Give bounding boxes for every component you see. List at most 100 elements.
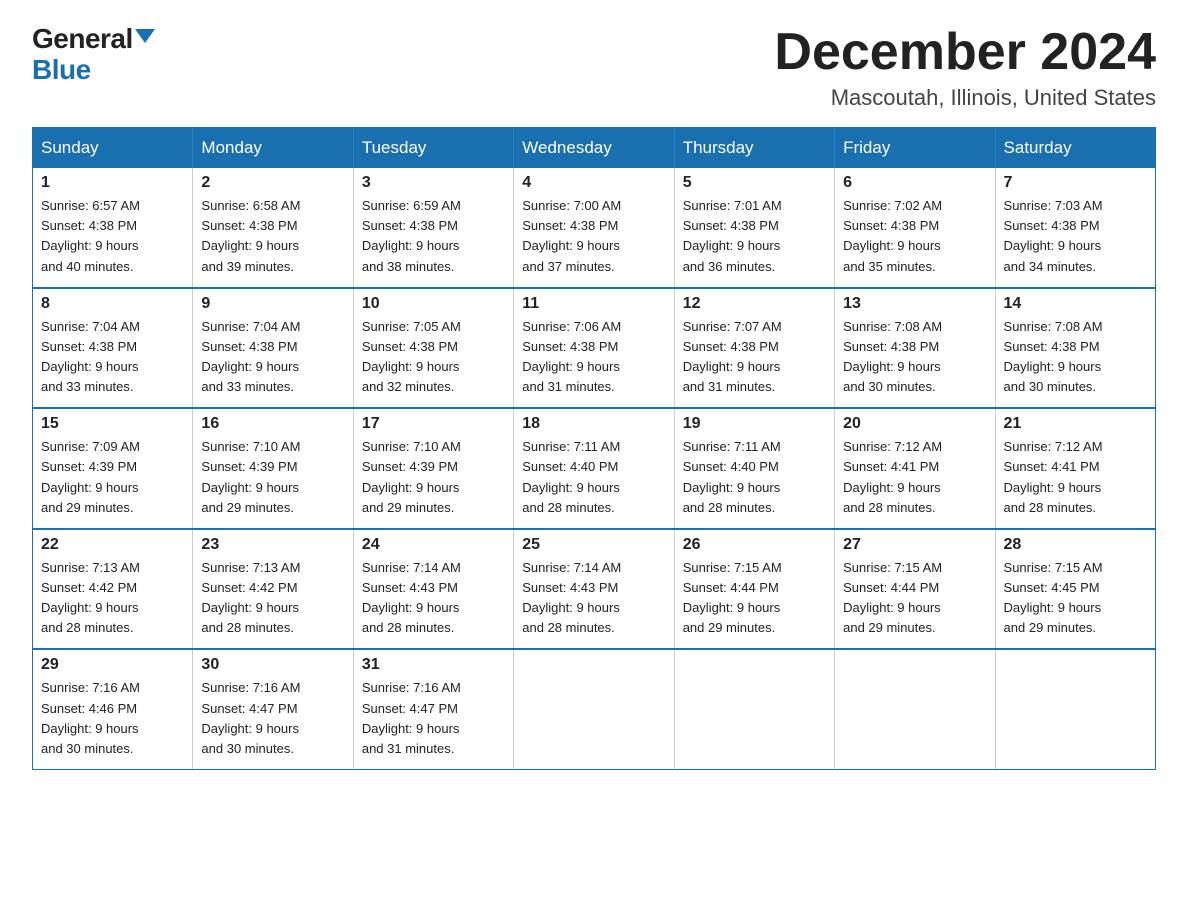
calendar-cell: 30 Sunrise: 7:16 AMSunset: 4:47 PMDaylig…: [193, 649, 353, 769]
header-monday: Monday: [193, 128, 353, 169]
calendar-cell: 25 Sunrise: 7:14 AMSunset: 4:43 PMDaylig…: [514, 529, 674, 650]
calendar-cell: [835, 649, 995, 769]
day-info: Sunrise: 7:05 AMSunset: 4:38 PMDaylight:…: [362, 319, 461, 394]
day-info: Sunrise: 7:08 AMSunset: 4:38 PMDaylight:…: [1004, 319, 1103, 394]
day-info: Sunrise: 7:15 AMSunset: 4:45 PMDaylight:…: [1004, 560, 1103, 635]
calendar-week-row: 1 Sunrise: 6:57 AMSunset: 4:38 PMDayligh…: [33, 168, 1156, 288]
calendar-cell: 7 Sunrise: 7:03 AMSunset: 4:38 PMDayligh…: [995, 168, 1155, 288]
day-info: Sunrise: 7:11 AMSunset: 4:40 PMDaylight:…: [683, 439, 781, 514]
day-number: 25: [522, 536, 665, 554]
day-number: 29: [41, 656, 184, 674]
calendar-cell: 18 Sunrise: 7:11 AMSunset: 4:40 PMDaylig…: [514, 408, 674, 529]
calendar-cell: [674, 649, 834, 769]
day-number: 15: [41, 415, 184, 433]
calendar-cell: 21 Sunrise: 7:12 AMSunset: 4:41 PMDaylig…: [995, 408, 1155, 529]
logo: General Blue: [32, 24, 155, 86]
day-info: Sunrise: 7:10 AMSunset: 4:39 PMDaylight:…: [362, 439, 461, 514]
day-info: Sunrise: 7:04 AMSunset: 4:38 PMDaylight:…: [41, 319, 140, 394]
day-number: 2: [201, 174, 344, 192]
header-saturday: Saturday: [995, 128, 1155, 169]
calendar-cell: 17 Sunrise: 7:10 AMSunset: 4:39 PMDaylig…: [353, 408, 513, 529]
calendar-cell: 8 Sunrise: 7:04 AMSunset: 4:38 PMDayligh…: [33, 288, 193, 409]
calendar-cell: 1 Sunrise: 6:57 AMSunset: 4:38 PMDayligh…: [33, 168, 193, 288]
day-info: Sunrise: 7:14 AMSunset: 4:43 PMDaylight:…: [522, 560, 621, 635]
day-number: 1: [41, 174, 184, 192]
calendar-cell: 19 Sunrise: 7:11 AMSunset: 4:40 PMDaylig…: [674, 408, 834, 529]
location-title: Mascoutah, Illinois, United States: [774, 85, 1156, 111]
header-thursday: Thursday: [674, 128, 834, 169]
day-number: 27: [843, 536, 986, 554]
day-number: 21: [1004, 415, 1147, 433]
day-info: Sunrise: 7:02 AMSunset: 4:38 PMDaylight:…: [843, 198, 942, 273]
calendar-cell: 4 Sunrise: 7:00 AMSunset: 4:38 PMDayligh…: [514, 168, 674, 288]
day-info: Sunrise: 7:13 AMSunset: 4:42 PMDaylight:…: [201, 560, 300, 635]
day-info: Sunrise: 7:11 AMSunset: 4:40 PMDaylight:…: [522, 439, 620, 514]
calendar-cell: 10 Sunrise: 7:05 AMSunset: 4:38 PMDaylig…: [353, 288, 513, 409]
day-info: Sunrise: 7:15 AMSunset: 4:44 PMDaylight:…: [843, 560, 942, 635]
calendar-cell: 15 Sunrise: 7:09 AMSunset: 4:39 PMDaylig…: [33, 408, 193, 529]
day-info: Sunrise: 7:14 AMSunset: 4:43 PMDaylight:…: [362, 560, 461, 635]
day-number: 28: [1004, 536, 1147, 554]
calendar-cell: 16 Sunrise: 7:10 AMSunset: 4:39 PMDaylig…: [193, 408, 353, 529]
day-number: 7: [1004, 174, 1147, 192]
day-number: 16: [201, 415, 344, 433]
day-info: Sunrise: 7:16 AMSunset: 4:47 PMDaylight:…: [362, 680, 461, 755]
day-info: Sunrise: 7:09 AMSunset: 4:39 PMDaylight:…: [41, 439, 140, 514]
day-number: 22: [41, 536, 184, 554]
calendar-cell: [995, 649, 1155, 769]
title-block: December 2024 Mascoutah, Illinois, Unite…: [774, 24, 1156, 111]
calendar-cell: 28 Sunrise: 7:15 AMSunset: 4:45 PMDaylig…: [995, 529, 1155, 650]
day-number: 14: [1004, 295, 1147, 313]
day-number: 6: [843, 174, 986, 192]
day-info: Sunrise: 7:04 AMSunset: 4:38 PMDaylight:…: [201, 319, 300, 394]
calendar-cell: 2 Sunrise: 6:58 AMSunset: 4:38 PMDayligh…: [193, 168, 353, 288]
day-number: 3: [362, 174, 505, 192]
day-number: 8: [41, 295, 184, 313]
header-friday: Friday: [835, 128, 995, 169]
day-number: 31: [362, 656, 505, 674]
calendar-cell: 9 Sunrise: 7:04 AMSunset: 4:38 PMDayligh…: [193, 288, 353, 409]
day-number: 17: [362, 415, 505, 433]
day-number: 4: [522, 174, 665, 192]
calendar-cell: 14 Sunrise: 7:08 AMSunset: 4:38 PMDaylig…: [995, 288, 1155, 409]
calendar-cell: 5 Sunrise: 7:01 AMSunset: 4:38 PMDayligh…: [674, 168, 834, 288]
day-number: 24: [362, 536, 505, 554]
day-number: 19: [683, 415, 826, 433]
calendar-cell: 13 Sunrise: 7:08 AMSunset: 4:38 PMDaylig…: [835, 288, 995, 409]
month-title: December 2024: [774, 24, 1156, 81]
day-info: Sunrise: 7:15 AMSunset: 4:44 PMDaylight:…: [683, 560, 782, 635]
day-number: 20: [843, 415, 986, 433]
day-info: Sunrise: 7:10 AMSunset: 4:39 PMDaylight:…: [201, 439, 300, 514]
day-info: Sunrise: 7:00 AMSunset: 4:38 PMDaylight:…: [522, 198, 621, 273]
calendar-cell: [514, 649, 674, 769]
calendar-cell: 29 Sunrise: 7:16 AMSunset: 4:46 PMDaylig…: [33, 649, 193, 769]
calendar-cell: 24 Sunrise: 7:14 AMSunset: 4:43 PMDaylig…: [353, 529, 513, 650]
calendar-cell: 31 Sunrise: 7:16 AMSunset: 4:47 PMDaylig…: [353, 649, 513, 769]
calendar-cell: 11 Sunrise: 7:06 AMSunset: 4:38 PMDaylig…: [514, 288, 674, 409]
day-info: Sunrise: 7:12 AMSunset: 4:41 PMDaylight:…: [843, 439, 942, 514]
header-sunday: Sunday: [33, 128, 193, 169]
day-info: Sunrise: 6:58 AMSunset: 4:38 PMDaylight:…: [201, 198, 300, 273]
day-info: Sunrise: 7:16 AMSunset: 4:47 PMDaylight:…: [201, 680, 300, 755]
day-info: Sunrise: 7:13 AMSunset: 4:42 PMDaylight:…: [41, 560, 140, 635]
day-number: 5: [683, 174, 826, 192]
page-header: General Blue December 2024 Mascoutah, Il…: [32, 24, 1156, 111]
day-number: 10: [362, 295, 505, 313]
calendar-week-row: 15 Sunrise: 7:09 AMSunset: 4:39 PMDaylig…: [33, 408, 1156, 529]
calendar-table: Sunday Monday Tuesday Wednesday Thursday…: [32, 127, 1156, 770]
calendar-week-row: 8 Sunrise: 7:04 AMSunset: 4:38 PMDayligh…: [33, 288, 1156, 409]
calendar-cell: 23 Sunrise: 7:13 AMSunset: 4:42 PMDaylig…: [193, 529, 353, 650]
day-number: 26: [683, 536, 826, 554]
day-number: 9: [201, 295, 344, 313]
calendar-cell: 12 Sunrise: 7:07 AMSunset: 4:38 PMDaylig…: [674, 288, 834, 409]
day-info: Sunrise: 6:59 AMSunset: 4:38 PMDaylight:…: [362, 198, 461, 273]
day-info: Sunrise: 7:12 AMSunset: 4:41 PMDaylight:…: [1004, 439, 1103, 514]
calendar-cell: 27 Sunrise: 7:15 AMSunset: 4:44 PMDaylig…: [835, 529, 995, 650]
calendar-cell: 20 Sunrise: 7:12 AMSunset: 4:41 PMDaylig…: [835, 408, 995, 529]
day-info: Sunrise: 7:07 AMSunset: 4:38 PMDaylight:…: [683, 319, 782, 394]
day-number: 11: [522, 295, 665, 313]
day-number: 23: [201, 536, 344, 554]
day-number: 30: [201, 656, 344, 674]
logo-general-text: General: [32, 24, 133, 55]
calendar-week-row: 29 Sunrise: 7:16 AMSunset: 4:46 PMDaylig…: [33, 649, 1156, 769]
